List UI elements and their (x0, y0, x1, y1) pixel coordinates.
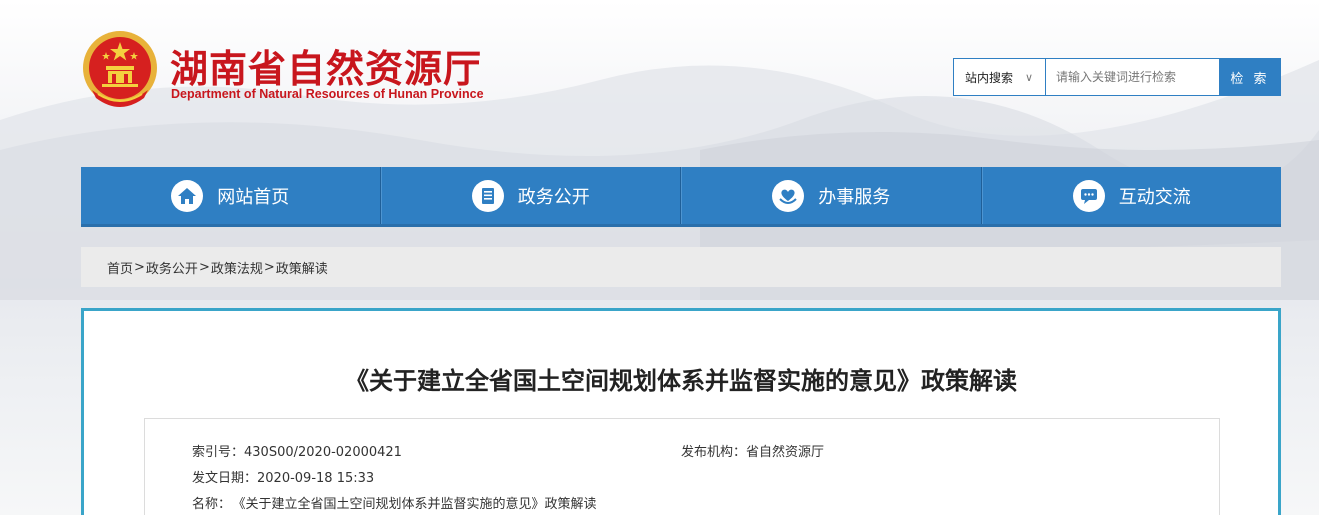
breadcrumb-separator: > (263, 259, 275, 275)
breadcrumb-policy-interpretation[interactable]: 政策解读 (276, 258, 328, 277)
nav-item-home[interactable]: 网站首页 (81, 167, 381, 224)
nav-item-label: 互动交流 (1118, 186, 1191, 208)
meta-date-label: 发文日期： (192, 471, 258, 486)
site-title: 湖南省自然资源厅 (170, 47, 483, 91)
nav-item-interaction[interactable]: 互动交流 (981, 167, 1282, 224)
site-header: 湖南省自然资源厅 Department of Natural Resources… (0, 0, 1319, 160)
heart-hand-icon (772, 179, 805, 212)
meta-publisher-value: 省自然资源厅 (746, 445, 825, 460)
article-meta-box: 索引号：430S00/2020-02000421 发布机构：省自然资源厅 发文日… (144, 418, 1220, 515)
search-input[interactable] (1046, 59, 1219, 95)
meta-publisher-label: 发布机构： (681, 445, 747, 460)
meta-publisher: 发布机构：省自然资源厅 (681, 441, 824, 460)
breadcrumb: 首页 > 政务公开 > 政策法规 > 政策解读 (81, 247, 1281, 287)
chevron-down-icon: ∨ (1025, 70, 1034, 84)
nav-item-services[interactable]: 办事服务 (681, 167, 982, 224)
home-icon (171, 179, 204, 212)
article-title: 《关于建立全省国土空间规划体系并监督实施的意见》政策解读 (345, 367, 1017, 395)
breadcrumb-home[interactable]: 首页 (107, 258, 133, 277)
meta-index-label: 索引号： (192, 445, 245, 460)
nav-item-label: 政务公开 (517, 186, 590, 208)
breadcrumb-government-affairs[interactable]: 政务公开 (146, 258, 198, 277)
meta-name: 名称： 《关于建立全省国土空间规划体系并监督实施的意见》政策解读 (192, 493, 597, 512)
nav-item-label: 办事服务 (818, 186, 891, 208)
meta-name-value: 《关于建立全省国土空间规划体系并监督实施的意见》政策解读 (239, 497, 597, 512)
document-icon (471, 179, 504, 212)
national-emblem-logo[interactable] (80, 28, 160, 112)
nav-item-label: 网站首页 (217, 186, 290, 208)
breadcrumb-separator: > (134, 259, 145, 275)
main-nav: 网站首页 政务公开 办事服务 互动交流 (81, 167, 1281, 227)
chat-icon (1072, 179, 1105, 212)
search-scope-dropdown[interactable]: 站内搜索 ∨ (954, 59, 1046, 95)
meta-date-value: 2020-09-18 15:33 (257, 471, 375, 486)
meta-date: 发文日期：2020-09-18 15:33 (192, 467, 374, 486)
search-scope-label: 站内搜索 (965, 70, 1014, 85)
meta-index-value: 430S00/2020-02000421 (244, 445, 402, 460)
meta-name-label: 名称： (192, 497, 232, 512)
search-bar: 站内搜索 ∨ 检 索 (953, 58, 1281, 96)
breadcrumb-separator: > (198, 259, 210, 275)
meta-index: 索引号：430S00/2020-02000421 (192, 441, 402, 460)
search-button[interactable]: 检 索 (1219, 58, 1281, 96)
article-container: 《关于建立全省国土空间规划体系并监督实施的意见》政策解读 索引号：430S00/… (81, 308, 1281, 515)
site-subtitle: Department of Natural Resources of Hunan… (171, 87, 484, 101)
nav-item-government-affairs[interactable]: 政务公开 (380, 167, 681, 224)
breadcrumb-policy-regulations[interactable]: 政策法规 (211, 258, 263, 277)
